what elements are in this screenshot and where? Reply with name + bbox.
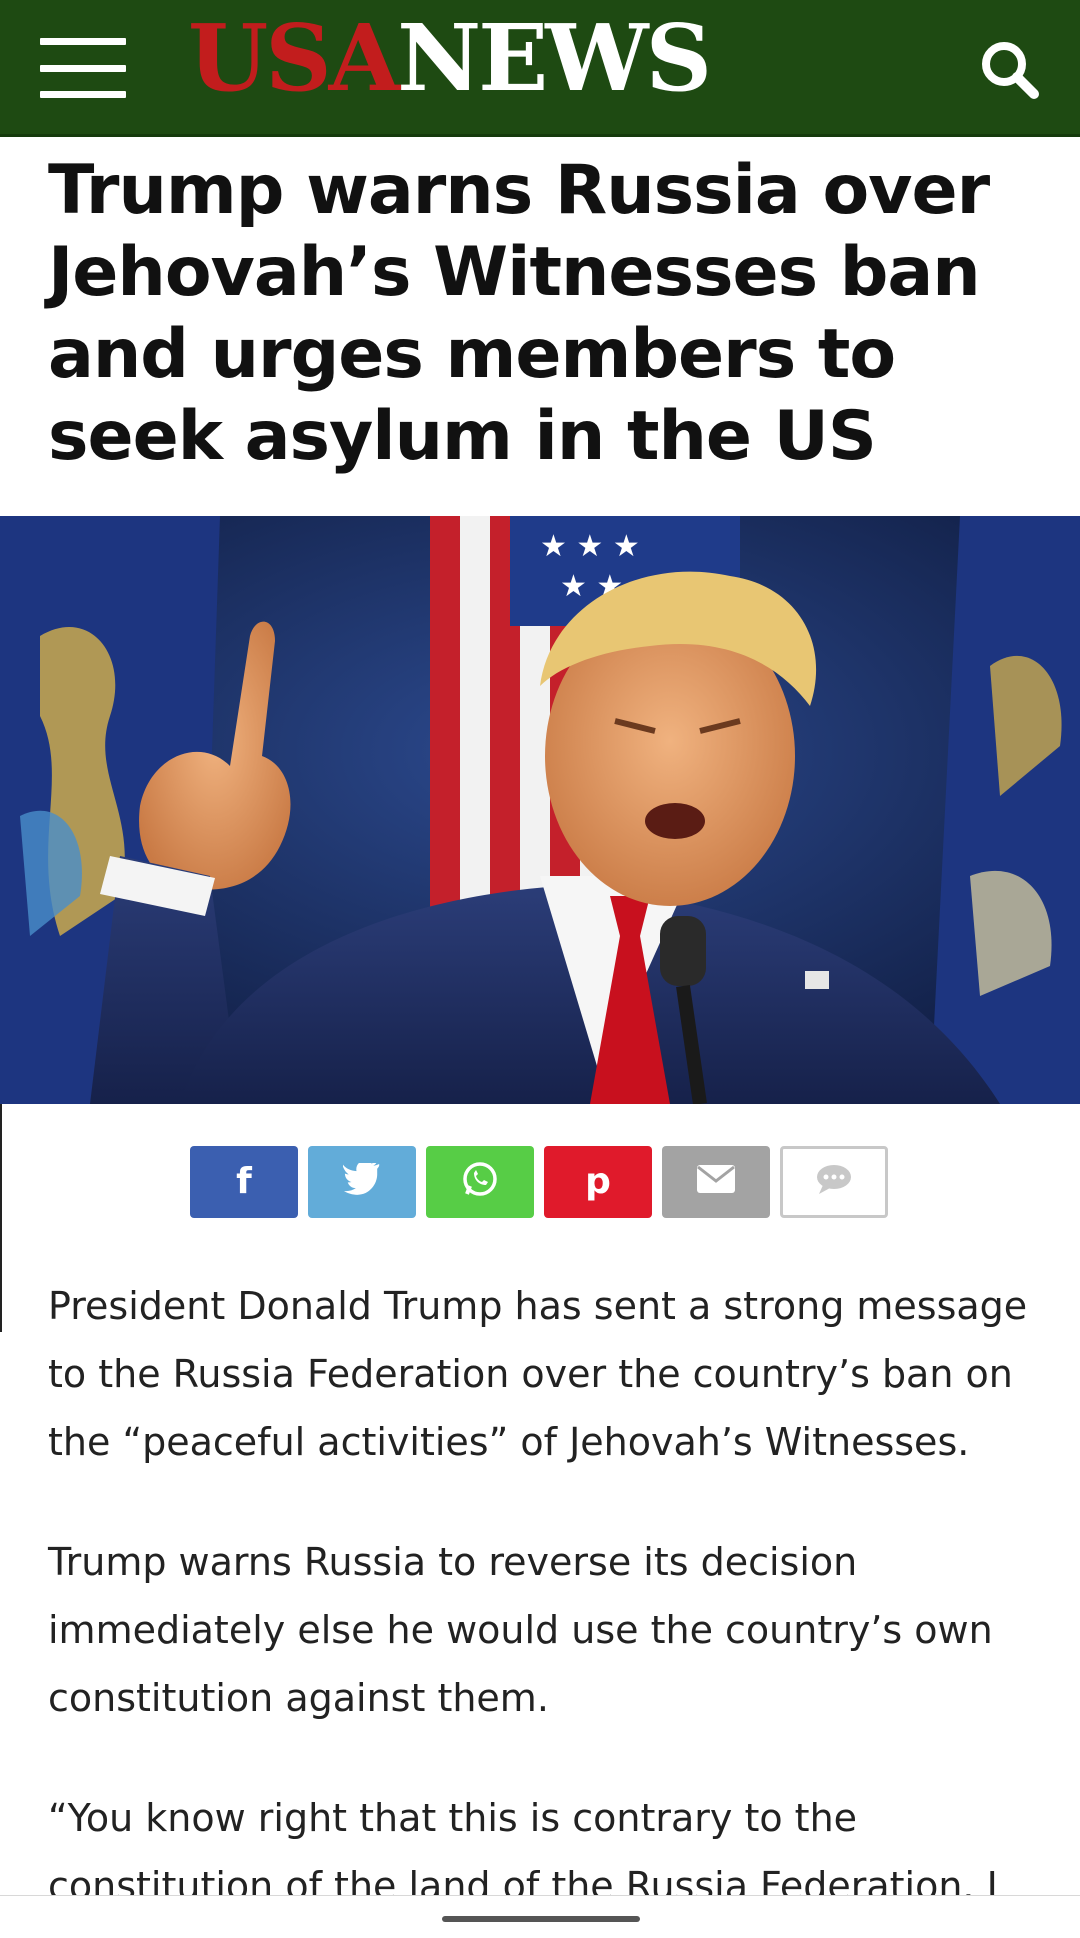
- email-icon: [696, 1164, 736, 1201]
- comment-icon: [815, 1163, 853, 1202]
- article-paragraph: President Donald Trump has sent a strong…: [48, 1284, 1028, 1464]
- svg-text:★ ★ ★: ★ ★ ★: [540, 529, 640, 564]
- whatsapp-share-button[interactable]: [426, 1146, 534, 1218]
- twitter-share-button[interactable]: [308, 1146, 416, 1218]
- site-logo[interactable]: USANEWS: [188, 8, 712, 108]
- site-header: USANEWS: [0, 0, 1080, 137]
- home-indicator[interactable]: [442, 1916, 640, 1922]
- facebook-share-button[interactable]: f: [190, 1146, 298, 1218]
- twitter-icon: [342, 1160, 381, 1202]
- whatsapp-icon: [461, 1160, 499, 1205]
- facebook-icon: f: [236, 1161, 252, 1202]
- hero-image: ★ ★ ★ ★ ★: [0, 516, 1080, 1104]
- article-body: President Donald Trump has sent a strong…: [48, 1272, 1038, 1938]
- article-headline: Trump warns Russia over Jehovah’s Witnes…: [48, 151, 990, 476]
- divider-line: [0, 1104, 2, 1332]
- article-paragraph: Trump warns Russia to reverse its decisi…: [48, 1540, 993, 1720]
- logo-news-text: NEWS: [397, 4, 712, 112]
- logo-usa-text: USA: [188, 4, 400, 112]
- pinterest-icon: p: [585, 1161, 611, 1202]
- search-icon[interactable]: [978, 38, 1040, 100]
- article-page: USANEWS Trump warns Russia over Jehovah’…: [0, 0, 1080, 1938]
- pinterest-share-button[interactable]: p: [544, 1146, 652, 1218]
- email-share-button[interactable]: [662, 1146, 770, 1218]
- hamburger-menu-icon[interactable]: [40, 38, 126, 98]
- share-bar: f p: [190, 1146, 888, 1218]
- comment-button[interactable]: [780, 1146, 888, 1218]
